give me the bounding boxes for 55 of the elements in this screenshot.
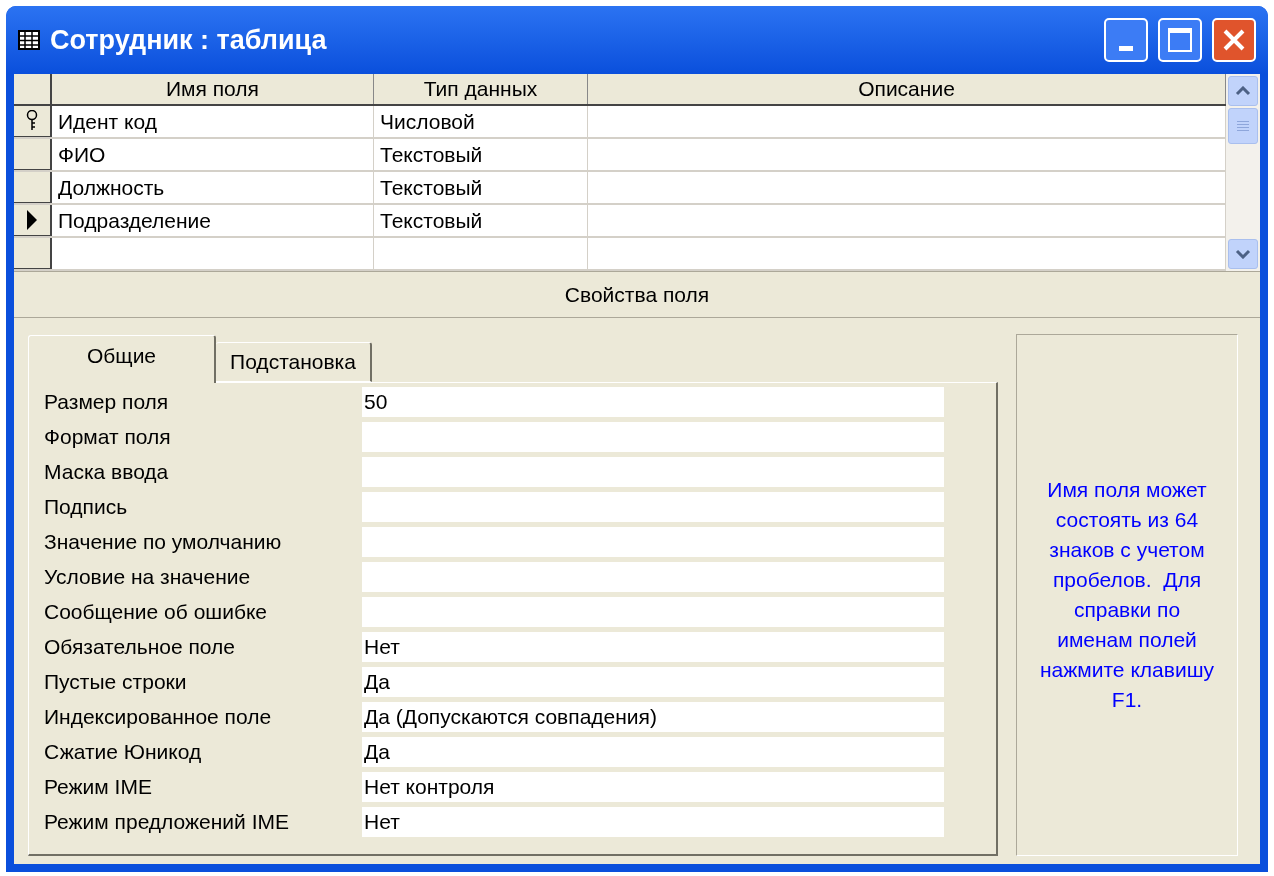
property-label: Маска ввода — [44, 459, 170, 486]
help-text: Имя поля может состоять из 64 знаков с учетом пробелов. Для справки по именам полей нажмите клавишу F1. — [1039, 477, 1215, 713]
table-cell[interactable]: Подразделение — [52, 205, 374, 236]
property-value-field[interactable] — [362, 422, 944, 452]
property-label: Режим IME — [44, 774, 153, 801]
maximize-button[interactable] — [1158, 18, 1202, 62]
scroll-thumb[interactable] — [1228, 108, 1258, 144]
property-value-field[interactable] — [362, 492, 944, 522]
property-label: Размер поля — [44, 389, 170, 416]
table-cell[interactable]: Должность — [52, 172, 374, 203]
property-label: Подпись — [44, 494, 129, 521]
table-cell[interactable]: Текстовый — [374, 172, 588, 203]
property-value-field[interactable] — [362, 562, 944, 592]
tab[interactable]: Подстановка — [216, 342, 372, 382]
row-selector[interactable] — [14, 139, 52, 170]
property-label: Индексированное поле — [44, 704, 273, 731]
row-selector[interactable] — [14, 238, 52, 269]
property-label: Значение по умолчанию — [44, 529, 283, 556]
property-value-field[interactable]: Нет контроля — [362, 772, 944, 802]
property-label: Формат поля — [44, 424, 172, 451]
property-label: Условие на значение — [44, 564, 252, 591]
property-value-field[interactable]: Да (Допускаются совпадения) — [362, 702, 944, 732]
tab[interactable]: Общие — [28, 335, 217, 383]
table-cell[interactable]: Числовой — [374, 106, 588, 137]
property-label: Обязательное поле — [44, 634, 236, 661]
property-value-field[interactable] — [362, 527, 944, 557]
property-label: Режим предложений IME — [44, 809, 290, 836]
table-cell[interactable]: Текстовый — [374, 205, 588, 236]
scrollbar[interactable] — [1226, 74, 1260, 271]
property-value-field[interactable]: Нет — [362, 632, 944, 662]
property-value-field[interactable]: Нет — [362, 807, 944, 837]
window-title: Сотрудник : таблица — [50, 23, 328, 57]
table-cell[interactable]: ФИО — [52, 139, 374, 170]
table-cell[interactable]: Идент код — [52, 106, 374, 137]
property-label: Сжатие Юникод — [44, 739, 203, 766]
row-selector[interactable] — [14, 106, 52, 137]
close-icon — [1221, 27, 1247, 53]
property-value-field[interactable] — [362, 597, 944, 627]
minimize-button[interactable] — [1104, 18, 1148, 62]
property-label: Пустые строки — [44, 669, 188, 696]
row-selector[interactable] — [14, 205, 52, 236]
table-icon — [18, 30, 40, 50]
property-value-field[interactable]: Да — [362, 737, 944, 767]
column-header[interactable]: Тип данных — [374, 74, 588, 104]
section-title: Свойства поля — [564, 281, 710, 308]
property-value-field[interactable] — [362, 457, 944, 487]
column-header[interactable]: Имя поля — [52, 74, 374, 104]
property-label: Сообщение об ошибке — [44, 599, 269, 626]
scroll-up-button[interactable] — [1228, 76, 1258, 106]
scroll-down-button[interactable] — [1228, 239, 1258, 269]
close-button[interactable] — [1212, 18, 1256, 62]
property-value-field[interactable]: Да — [362, 667, 944, 697]
row-selector[interactable] — [14, 172, 52, 203]
table-cell[interactable]: Текстовый — [374, 139, 588, 170]
property-value-field[interactable]: 50 — [362, 387, 944, 417]
